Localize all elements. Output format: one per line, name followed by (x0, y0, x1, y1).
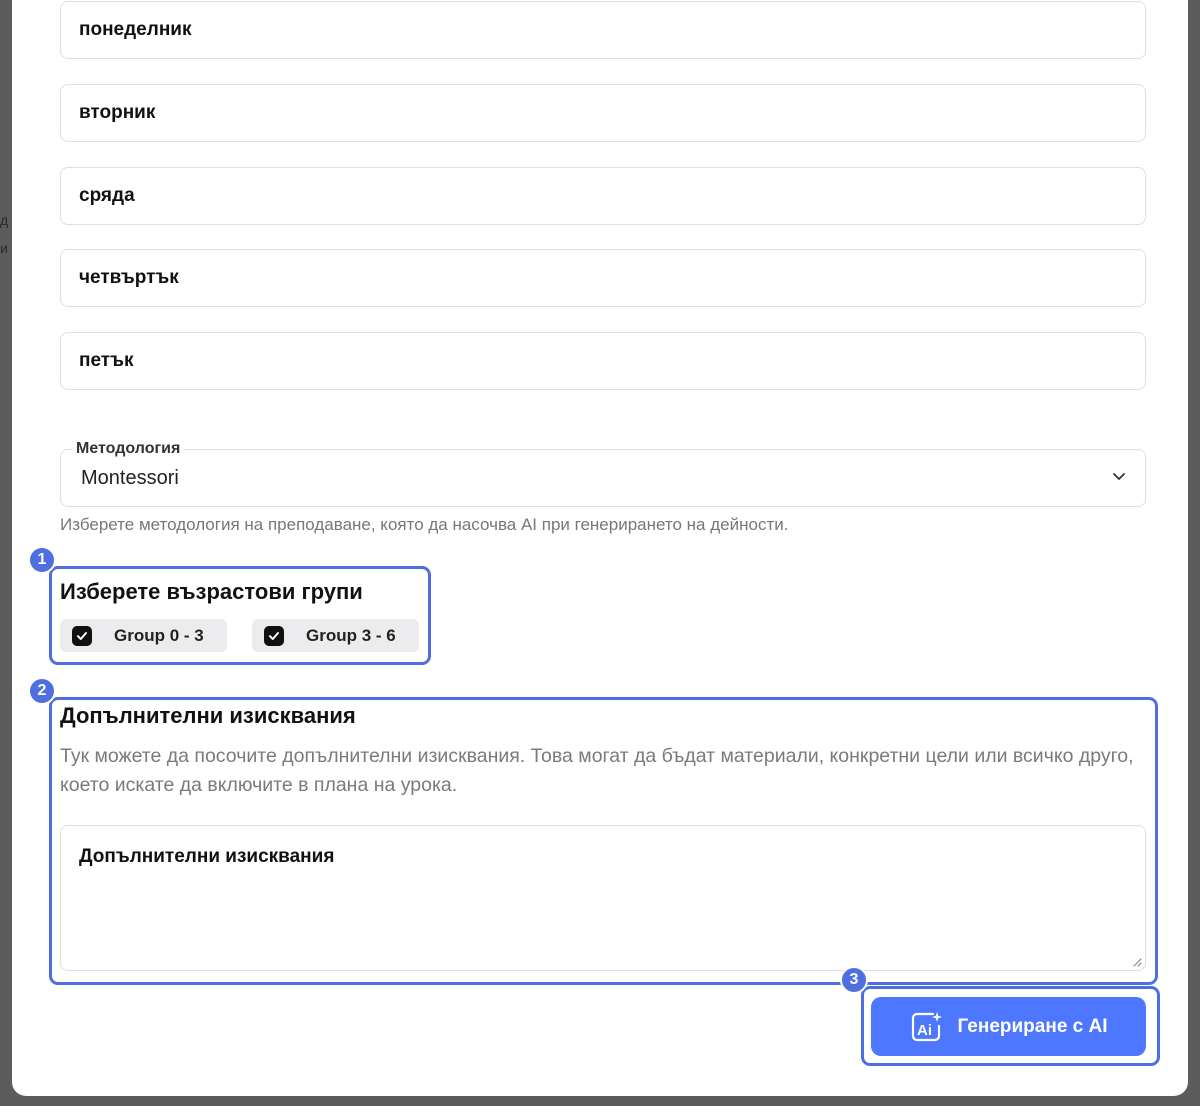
methodology-value: Montessori (81, 467, 179, 489)
highlight-badge-3: 3 (840, 966, 868, 994)
methodology-label: Методология (72, 440, 185, 458)
highlight-box-1 (49, 566, 431, 665)
methodology-helper-text: Изберете методология на преподаване, коя… (60, 515, 789, 534)
day-value: понеделник (79, 19, 192, 40)
chevron-down-icon (1113, 473, 1125, 480)
day-value: четвъртък (79, 267, 179, 288)
day-field-thursday[interactable]: четвъртък (60, 249, 1146, 307)
day-field-friday[interactable]: петък (60, 332, 1146, 390)
day-value: вторник (79, 102, 156, 123)
day-field-monday[interactable]: понеделник (60, 1, 1146, 59)
backdrop-glyph: и (0, 240, 8, 256)
day-field-tuesday[interactable]: вторник (60, 84, 1146, 142)
methodology-select[interactable]: Montessori (60, 449, 1146, 507)
day-value: петък (79, 350, 134, 371)
day-value: сряда (79, 185, 135, 206)
backdrop-glyph: д (0, 212, 9, 228)
highlight-box-2 (49, 697, 1158, 985)
highlight-badge-1: 1 (28, 546, 56, 574)
highlight-box-3 (861, 986, 1160, 1066)
day-field-wednesday[interactable]: сряда (60, 167, 1146, 225)
highlight-badge-2: 2 (28, 677, 56, 705)
